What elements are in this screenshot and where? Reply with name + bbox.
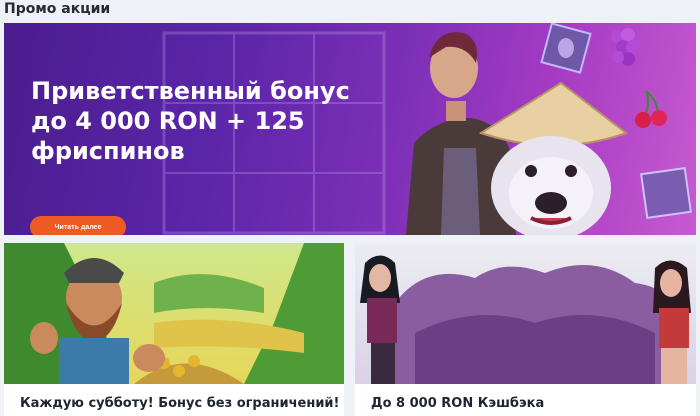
promo-card-title: Каждую субботу! Бонус без ограничений! bbox=[20, 396, 340, 411]
scarab-tile-icon bbox=[540, 23, 592, 74]
promo-card-cashback[interactable]: До 8 000 RON Кэшбэка bbox=[355, 243, 696, 416]
hero-title-line: до 4 000 RON + 125 bbox=[31, 107, 305, 135]
hero-characters-illustration bbox=[406, 23, 692, 235]
promo-card-saturday[interactable]: Каждую субботу! Бонус без ограничений! bbox=[4, 243, 344, 416]
read-more-button[interactable]: Читать далее bbox=[30, 216, 126, 235]
hero-title: Приветственный бонус до 4 000 RON + 125 … bbox=[31, 76, 371, 166]
cherries-icon bbox=[635, 90, 667, 128]
promo-card-title: До 8 000 RON Кэшбэка bbox=[371, 396, 545, 411]
promo-hero-banner[interactable]: Приветственный бонус до 4 000 RON + 125 … bbox=[4, 23, 696, 235]
hero-title-line: Приветственный бонус bbox=[31, 77, 350, 105]
grapes-icon bbox=[611, 28, 640, 66]
slot-tile-icon bbox=[640, 167, 692, 219]
hero-title-line: фриспинов bbox=[31, 137, 185, 165]
promo-card-image bbox=[355, 243, 696, 384]
promo-card-image bbox=[4, 243, 344, 384]
section-title: Промо акции bbox=[4, 1, 111, 17]
